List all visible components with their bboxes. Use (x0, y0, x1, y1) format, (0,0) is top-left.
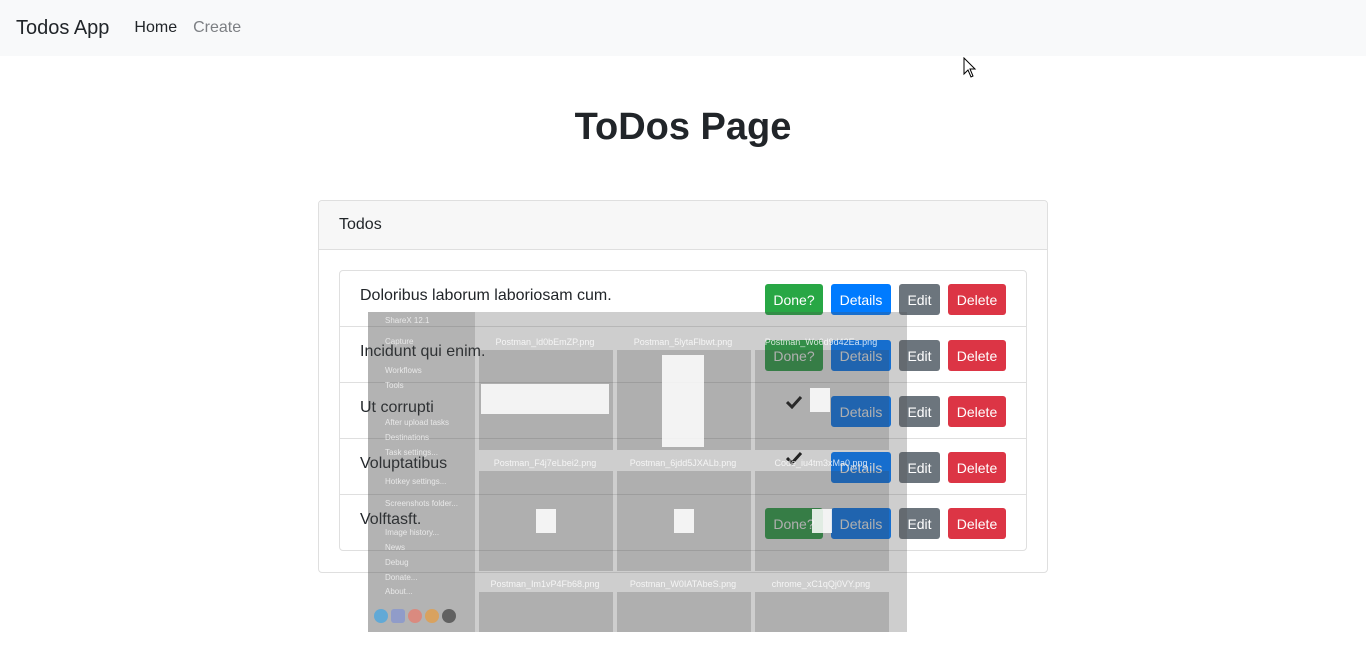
ghost-filename: Postman_Im1vP4Fb68.png (490, 579, 600, 589)
ghost-tile (617, 592, 751, 632)
ghost-filename: chrome_xC1qQj0VY.png (771, 579, 871, 589)
page-title: ToDos Page (574, 106, 792, 148)
ghost-menu-item: Donate... (385, 573, 418, 582)
edit-button[interactable]: Edit (899, 508, 940, 539)
details-button[interactable]: Details (831, 340, 891, 371)
delete-button[interactable]: Delete (948, 284, 1006, 315)
details-button[interactable]: Details (831, 452, 891, 483)
todo-text: Volftasft. (360, 511, 422, 528)
delete-button[interactable]: Delete (948, 452, 1006, 483)
todo-row: Voluptatibus Details Edit Delete (340, 439, 1026, 495)
delete-button[interactable]: Delete (948, 340, 1006, 371)
checkmark-icon (765, 442, 823, 473)
patreon-icon (408, 609, 422, 623)
ghost-filename: Postman_W0IATAbeS.png (629, 579, 737, 589)
edit-button[interactable]: Edit (899, 396, 940, 427)
todo-list: Doloribus laborum laboriosam cum. Done? … (339, 270, 1027, 551)
edit-button[interactable]: Edit (899, 340, 940, 371)
navbar-brand[interactable]: Todos App (16, 17, 109, 40)
ghost-social-icons (374, 609, 456, 623)
twitter-icon (374, 609, 388, 623)
nav-link-home[interactable]: Home (134, 19, 177, 37)
todo-row: Doloribus laborum laboriosam cum. Done? … (340, 271, 1026, 327)
edit-button[interactable]: Edit (899, 284, 940, 315)
github-icon (442, 609, 456, 623)
bitcoin-icon (425, 609, 439, 623)
details-button[interactable]: Details (831, 284, 891, 315)
ghost-tile (755, 592, 889, 632)
discord-icon (391, 609, 405, 623)
delete-button[interactable]: Delete (948, 396, 1006, 427)
todo-text: Ut corrupti (360, 399, 434, 416)
ghost-menu-item: About... (385, 587, 413, 596)
done-button[interactable]: Done? (765, 508, 823, 539)
mouse-cursor-icon (963, 57, 977, 78)
ghost-tile (479, 592, 613, 632)
details-button[interactable]: Details (831, 508, 891, 539)
todo-row: Incidunt qui enim. Done? Details Edit De… (340, 327, 1026, 383)
todo-text: Incidunt qui enim. (360, 343, 486, 360)
delete-button[interactable]: Delete (948, 508, 1006, 539)
todo-text: Doloribus laborum laboriosam cum. (360, 287, 612, 304)
checkmark-icon (765, 386, 823, 417)
card-header: Todos (319, 201, 1047, 250)
done-button[interactable]: Done? (765, 340, 823, 371)
todo-row: Ut corrupti Details Edit Delete (340, 383, 1026, 439)
todos-card: Todos Doloribus laborum laboriosam cum. … (318, 200, 1048, 573)
todo-text: Voluptatibus (360, 455, 448, 472)
edit-button[interactable]: Edit (899, 452, 940, 483)
todo-row: Volftasft. Done? Details Edit Delete (340, 495, 1026, 550)
nav-link-create[interactable]: Create (193, 19, 241, 37)
details-button[interactable]: Details (831, 396, 891, 427)
navbar: Todos App Home Create (0, 0, 1366, 56)
done-button[interactable]: Done? (765, 284, 823, 315)
